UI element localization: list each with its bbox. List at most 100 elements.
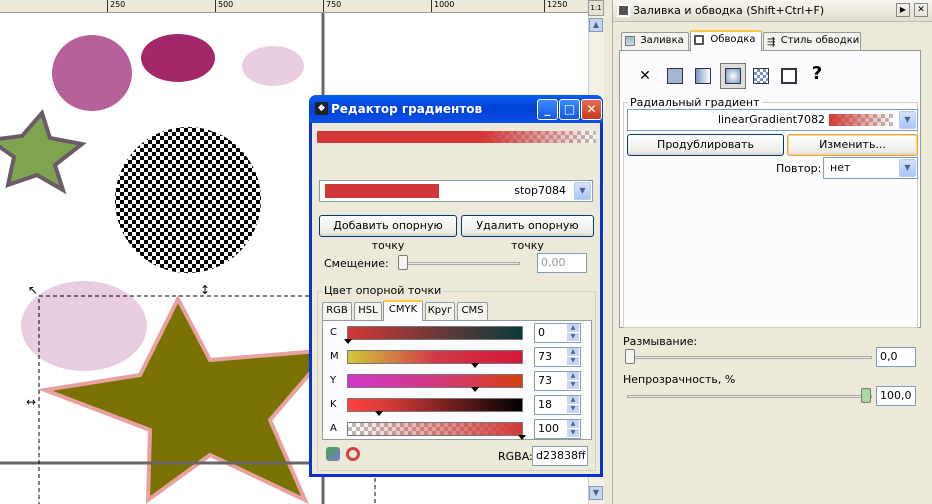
channel-m-marker[interactable] xyxy=(471,363,480,368)
offset-field[interactable]: 0,00 xyxy=(537,253,587,273)
tab-cmyk[interactable]: CMYK xyxy=(383,300,423,321)
tab-fill[interactable]: Заливка xyxy=(621,32,689,50)
minimize-button[interactable]: _ xyxy=(537,99,558,120)
radial-gradient-icon[interactable] xyxy=(720,63,746,89)
ellipse-pale-pink-2 xyxy=(21,281,147,371)
tab-stroke-paint[interactable]: Обводка xyxy=(690,30,762,51)
svg-text:↕: ↕ xyxy=(200,283,210,297)
offset-slider-thumb[interactable] xyxy=(398,255,408,270)
horizontal-ruler: 250 500 750 1000 1250 xyxy=(0,0,590,13)
opacity-label: Непрозрачность, % xyxy=(623,373,736,386)
channel-k-slider[interactable] xyxy=(347,398,523,412)
stroke-style-icon: ⇶ xyxy=(767,37,776,48)
tab-wheel[interactable]: Круг xyxy=(425,302,455,320)
no-paint-icon[interactable]: ✕ xyxy=(634,65,656,87)
rgba-field[interactable]: d23838ff xyxy=(532,446,588,466)
scroll-up-icon[interactable]: ▲ xyxy=(589,18,603,32)
ellipse-magenta xyxy=(52,35,132,111)
green-star xyxy=(0,109,87,195)
swatch-icon[interactable] xyxy=(778,65,800,87)
blur-slider-thumb[interactable] xyxy=(625,349,635,364)
channel-y-marker[interactable] xyxy=(471,387,480,392)
zoom-1-1-button[interactable]: 1:1 xyxy=(588,0,604,16)
offset-slider[interactable] xyxy=(400,262,520,265)
channel-y-label: Y xyxy=(330,375,337,386)
scroll-down-icon[interactable]: ▼ xyxy=(589,486,603,500)
color-managed-icon xyxy=(326,447,340,461)
stop-color-label: Цвет опорной точки xyxy=(322,284,444,297)
opacity-slider[interactable] xyxy=(627,395,872,398)
channel-y-value: 73 xyxy=(538,374,552,387)
flat-color-icon[interactable] xyxy=(664,65,686,87)
channel-c-marker[interactable] xyxy=(344,339,352,344)
svg-text:↔: ↔ xyxy=(26,395,36,409)
collapse-icon[interactable]: ▶ xyxy=(896,3,910,17)
channel-m-slider[interactable] xyxy=(347,350,523,364)
channel-k-field[interactable]: 18 ▲ ▼ xyxy=(534,395,581,415)
delete-stop-button[interactable]: Удалить опорную точку xyxy=(461,215,594,252)
ruler-tick: 750 xyxy=(323,0,341,12)
chevron-down-icon[interactable]: ▼ xyxy=(899,159,916,177)
fill-icon xyxy=(625,36,635,46)
repeat-label: Повтор: xyxy=(776,162,822,175)
add-stop-button[interactable]: Добавить опорную точку xyxy=(319,215,457,252)
offset-value: 0,00 xyxy=(541,256,566,269)
out-of-gamut-icon xyxy=(346,447,360,461)
blur-label: Размывание: xyxy=(623,335,698,348)
edit-gradient-button[interactable]: Изменить... xyxy=(787,134,918,156)
channel-a-label: A xyxy=(330,423,337,434)
checkered-circle xyxy=(115,127,261,273)
opacity-field[interactable]: 100,0 xyxy=(876,386,916,406)
channel-a-slider[interactable] xyxy=(347,422,523,436)
channel-a-marker[interactable] xyxy=(518,435,526,440)
stop-select[interactable]: stop7084 ▼ xyxy=(319,180,593,202)
channel-y-field[interactable]: 73 ▲ ▼ xyxy=(534,371,581,391)
ruler-tick: 1000 xyxy=(431,0,454,12)
inkscape-icon: ◆ xyxy=(315,102,328,115)
gradient-select[interactable]: linearGradient7082 ▼ xyxy=(627,109,918,131)
gradient-preview xyxy=(317,131,596,143)
opacity-slider-thumb[interactable] xyxy=(861,388,871,403)
channel-c-field[interactable]: 0 ▲ ▼ xyxy=(534,323,581,343)
close-icon[interactable]: ✕ xyxy=(914,3,928,17)
channel-c-slider[interactable] xyxy=(347,326,523,340)
blur-slider[interactable] xyxy=(627,356,872,359)
channel-m-value: 73 xyxy=(538,350,552,363)
chevron-down-icon[interactable]: ▼ xyxy=(574,182,591,200)
blur-field[interactable]: 0,0 xyxy=(876,347,916,367)
fill-stroke-header: Заливка и обводка (Shift+Ctrl+F) ▶ ✕ xyxy=(613,0,932,22)
chevron-down-icon[interactable]: ▼ xyxy=(899,111,916,129)
fill-stroke-dock: Заливка и обводка (Shift+Ctrl+F) ▶ ✕ Зал… xyxy=(612,0,932,504)
channel-k-marker[interactable] xyxy=(375,411,384,416)
gradient-swatch xyxy=(829,114,893,126)
opacity-value: 100,0 xyxy=(880,389,912,402)
offset-label: Смещение: xyxy=(324,257,389,270)
close-button[interactable]: ✕ xyxy=(581,99,602,120)
tab-rgb[interactable]: RGB xyxy=(322,302,352,320)
tab-fill-label: Заливка xyxy=(640,35,684,46)
rgba-value: d23838ff xyxy=(536,449,586,462)
tab-cms[interactable]: CMS xyxy=(457,302,488,320)
color-mode-tabs: RGB HSL CMYK Круг CMS xyxy=(322,300,592,321)
maximize-button[interactable]: □ xyxy=(559,99,580,120)
svg-text:↖: ↖ xyxy=(28,283,38,297)
gradient-type-label: Радиальный градиент xyxy=(628,96,762,109)
channel-c-value: 0 xyxy=(538,326,545,339)
channel-a-field[interactable]: 100 ▲ ▼ xyxy=(534,419,581,439)
channel-y-slider[interactable] xyxy=(347,374,523,388)
tab-stroke-style[interactable]: ⇶ Стиль обводки xyxy=(763,32,861,50)
blur-value: 0,0 xyxy=(880,350,898,363)
stroke-paint-panel: ✕ ? Радиальный градиент linearGradient70… xyxy=(619,50,921,328)
stop-color-swatch xyxy=(325,184,439,198)
repeat-select[interactable]: нет ▼ xyxy=(823,157,918,179)
gradient-editor-titlebar[interactable]: ◆ Редактор градиентов _ □ ✕ xyxy=(309,95,603,123)
channel-a-value: 100 xyxy=(538,422,559,435)
duplicate-button[interactable]: Продублировать xyxy=(627,134,784,156)
pattern-icon[interactable] xyxy=(750,65,772,87)
tab-hsl[interactable]: HSL xyxy=(354,302,382,320)
linear-gradient-icon[interactable] xyxy=(692,65,714,87)
ellipse-pale-pink xyxy=(242,46,304,86)
channel-m-field[interactable]: 73 ▲ ▼ xyxy=(534,347,581,367)
unset-paint-icon[interactable]: ? xyxy=(806,63,828,85)
tab-stroke-style-label: Стиль обводки xyxy=(780,35,860,46)
